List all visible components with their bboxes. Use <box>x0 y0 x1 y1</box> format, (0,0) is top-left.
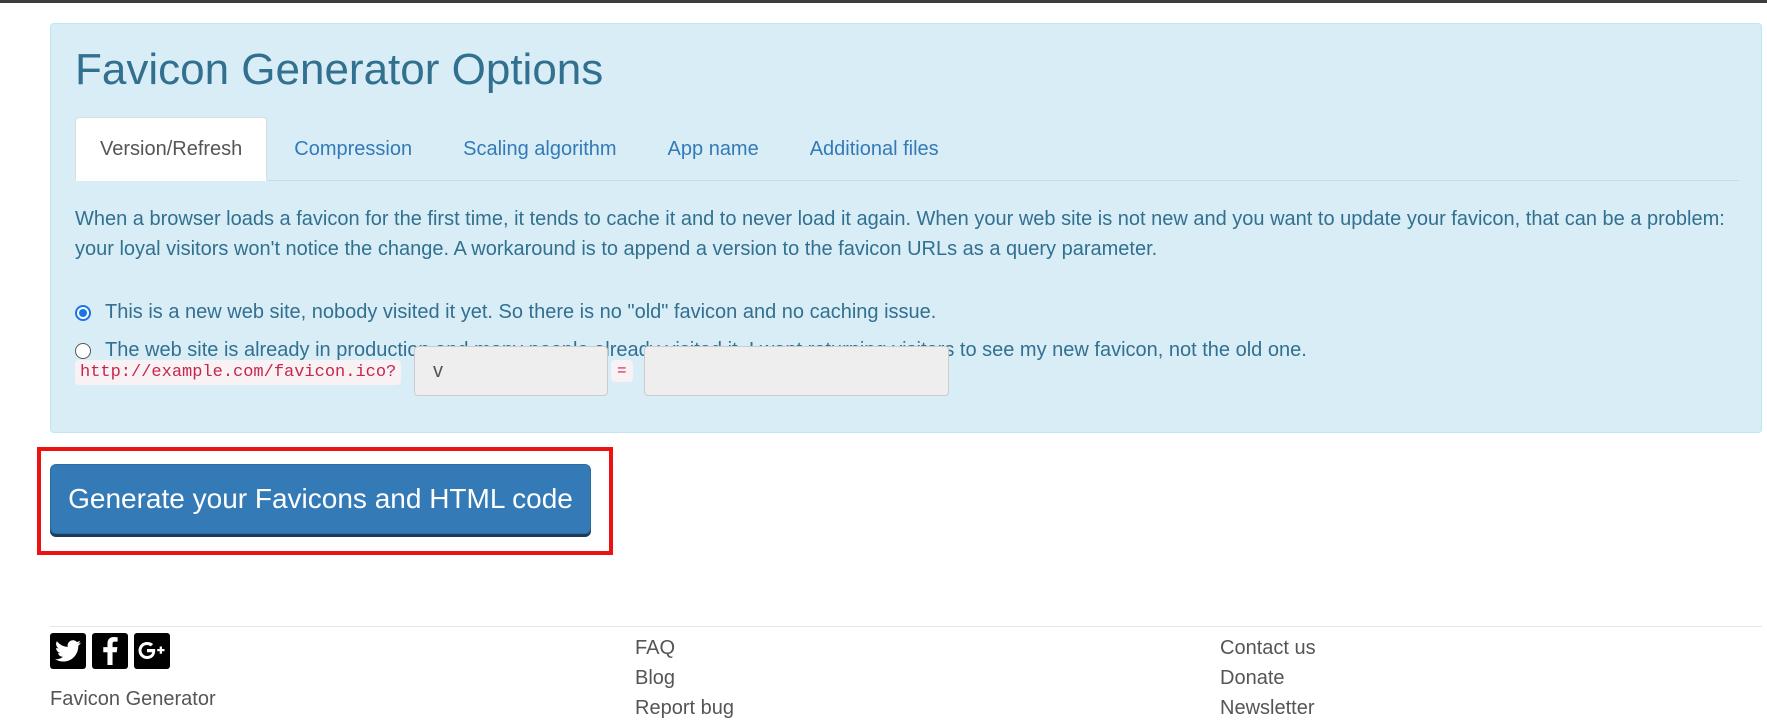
footer-links-col1: FAQ Blog Report bug <box>635 633 734 723</box>
tab-scaling-algorithm[interactable]: Scaling algorithm <box>439 118 640 180</box>
favicon-options-panel: Favicon Generator Options Version/Refres… <box>50 23 1762 433</box>
footer-divider <box>50 626 1762 627</box>
tab-additional-files[interactable]: Additional files <box>786 118 963 180</box>
footer-link-donate[interactable]: Donate <box>1220 663 1316 693</box>
footer-links-col2: Contact us Donate Newsletter <box>1220 633 1316 723</box>
favicon-url-prefix: http://example.com/favicon.ico? <box>75 360 402 385</box>
footer-link-contact-us[interactable]: Contact us <box>1220 633 1316 663</box>
radio-option-new-site[interactable]: This is a new web site, nobody visited i… <box>75 301 936 324</box>
facebook-icon[interactable] <box>92 633 128 669</box>
version-param-name-input[interactable]: v <box>414 346 608 396</box>
footer-brand: Favicon Generator <box>50 688 216 710</box>
top-border <box>0 0 1767 3</box>
tab-app-name[interactable]: App name <box>644 118 783 180</box>
footer-link-report-bug[interactable]: Report bug <box>635 693 734 723</box>
footer-link-faq[interactable]: FAQ <box>635 633 734 663</box>
footer-link-blog[interactable]: Blog <box>635 663 734 693</box>
new-site-radio-label: This is a new web site, nobody visited i… <box>105 301 937 323</box>
options-tabs: Version/Refresh Compression Scaling algo… <box>75 117 1739 181</box>
google-plus-icon[interactable] <box>134 633 170 669</box>
version-param-value-input[interactable] <box>644 346 949 396</box>
social-links <box>50 633 170 669</box>
panel-title: Favicon Generator Options <box>75 45 604 94</box>
generate-favicons-button[interactable]: Generate your Favicons and HTML code <box>50 464 591 534</box>
twitter-icon[interactable] <box>50 633 86 669</box>
version-description: When a browser loads a favicon for the f… <box>75 208 1725 260</box>
new-site-radio[interactable] <box>75 304 91 321</box>
equals-sign: = <box>611 360 633 382</box>
tab-version-refresh[interactable]: Version/Refresh <box>75 117 268 181</box>
footer-link-newsletter[interactable]: Newsletter <box>1220 693 1316 723</box>
tab-compression[interactable]: Compression <box>270 118 436 180</box>
